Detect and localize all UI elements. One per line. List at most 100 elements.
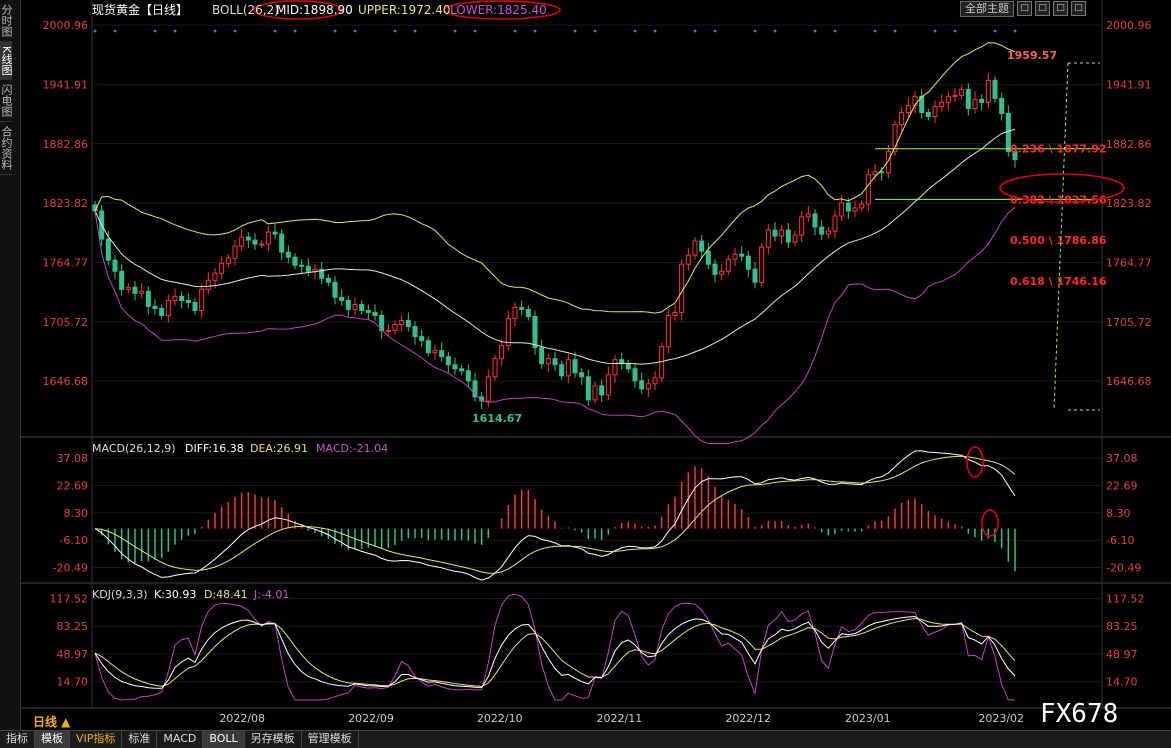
- low-annotation: 1614.67: [472, 412, 522, 425]
- signal-dot: [393, 29, 397, 33]
- candle: [645, 383, 651, 390]
- signal-dot: [453, 29, 457, 33]
- candle: [179, 295, 185, 301]
- candle: [119, 270, 125, 290]
- boll-mid-value: MID:1898.90: [276, 3, 353, 17]
- y-tick-label-left: 117.52: [50, 592, 89, 605]
- boll-upper-line: [94, 42, 1016, 314]
- signal-dot: [273, 29, 277, 33]
- period-label[interactable]: 日线 ▲: [33, 714, 71, 729]
- candle: [285, 251, 291, 258]
- signal-dot: [113, 29, 117, 33]
- candle: [305, 265, 311, 272]
- candle: [339, 296, 345, 301]
- candle: [399, 320, 405, 326]
- y-tick-label-right: 14.70: [1106, 676, 1138, 689]
- candle: [579, 372, 585, 378]
- candle: [972, 98, 978, 109]
- candle: [165, 299, 171, 316]
- tab-flash[interactable]: 闪电图: [0, 80, 13, 123]
- candle: [752, 268, 758, 283]
- candle: [512, 306, 518, 319]
- candle: [359, 303, 365, 311]
- chart-canvas: 2000.96 2000.96 1941.91 1941.91 1882.86 1882.…: [20, 0, 1171, 729]
- candle: [845, 202, 851, 212]
- y-tick-label-right: 1823.82: [1106, 197, 1152, 210]
- candle: [632, 368, 638, 382]
- signal-dot: [813, 29, 817, 33]
- candle: [819, 226, 825, 235]
- y-tick-label-left: 1823.82: [43, 197, 89, 210]
- candle: [185, 299, 191, 303]
- y-tick-label-left: 83.25: [57, 620, 89, 633]
- candle: [192, 301, 198, 311]
- signal-dot: [833, 29, 837, 33]
- tab-kline[interactable]: K线图: [0, 42, 13, 81]
- tab-boll[interactable]: BOLL: [203, 731, 245, 748]
- candle: [592, 385, 598, 401]
- x-tick-label: 2022/11: [597, 712, 643, 725]
- y-tick-label-left: 2000.96: [43, 19, 89, 32]
- candle: [665, 314, 671, 348]
- y-tick-label-right: -6.10: [1106, 534, 1134, 547]
- high-annotation: 1959.57: [1007, 49, 1057, 62]
- signal-dot: [933, 29, 937, 33]
- candle: [432, 350, 438, 354]
- y-tick-label-left: -20.49: [53, 562, 88, 575]
- y-tick-label-right: 117.52: [1106, 592, 1145, 605]
- candle: [212, 272, 218, 281]
- candle: [772, 229, 778, 237]
- tab-standard[interactable]: 标准: [122, 731, 158, 748]
- candle: [139, 290, 145, 294]
- candle: [459, 368, 465, 372]
- tab-intraday[interactable]: 分时图: [0, 0, 13, 42]
- left-tab-bar: 分时图 K线图 闪电图 合约资料: [0, 0, 21, 730]
- tab-contract-info[interactable]: 合约资料: [0, 122, 13, 176]
- candle: [692, 240, 698, 256]
- tab-macd[interactable]: MACD: [157, 731, 204, 748]
- candle: [279, 233, 285, 253]
- tab-manage-template[interactable]: 管理模板: [302, 731, 359, 748]
- tab-indicator[interactable]: 指标: [0, 731, 35, 748]
- y-tick-label-right: 83.25: [1106, 620, 1138, 633]
- tab-vip-indicator[interactable]: VIP指标: [70, 731, 123, 748]
- x-tick-label: 2022/12: [725, 712, 771, 725]
- candle: [492, 358, 498, 378]
- candle: [985, 79, 991, 103]
- signal-dot: [633, 29, 637, 33]
- candle: [265, 231, 271, 245]
- y-tick-label-left: 48.97: [57, 648, 89, 661]
- y-tick-label-right: 1646.68: [1106, 375, 1152, 388]
- candle: [719, 270, 725, 275]
- y-tick-label-left: 22.69: [57, 479, 89, 492]
- macd-diff-value: DIFF:16.38: [185, 442, 244, 455]
- kdj-k-value: K:30.93: [154, 588, 196, 601]
- candle: [299, 264, 305, 267]
- candle: [345, 299, 351, 310]
- candle: [425, 340, 431, 354]
- main-price-panel: 0.236 \ 1877.920.382 \ 1827.560.500 \ 17…: [92, 0, 1125, 445]
- candle: [865, 174, 871, 205]
- candle: [625, 363, 631, 370]
- candle: [699, 240, 705, 252]
- candle: [259, 243, 265, 246]
- macd-dea-line: [94, 455, 1016, 574]
- macd-diff-line: [94, 450, 1016, 581]
- y-tick-label-right: 1882.86: [1106, 138, 1152, 151]
- candle: [872, 171, 878, 176]
- y-tick-label-left: 1941.91: [43, 78, 89, 91]
- candle: [132, 286, 138, 294]
- candle: [312, 268, 318, 272]
- macd-dea-value: DEA:26.91: [250, 442, 308, 455]
- candle: [652, 377, 658, 385]
- candle: [292, 256, 298, 266]
- tab-save-template[interactable]: 另存模板: [245, 731, 302, 748]
- signal-dot: [693, 29, 697, 33]
- candle: [225, 257, 231, 264]
- candle: [565, 359, 571, 377]
- signal-dot: [573, 29, 577, 33]
- tab-template[interactable]: 模板: [35, 731, 70, 748]
- grid-lines: 2000.96 2000.96 1941.91 1941.91 1882.86 1882.…: [20, 0, 1171, 725]
- candle: [959, 88, 965, 96]
- signal-dot: [713, 29, 717, 33]
